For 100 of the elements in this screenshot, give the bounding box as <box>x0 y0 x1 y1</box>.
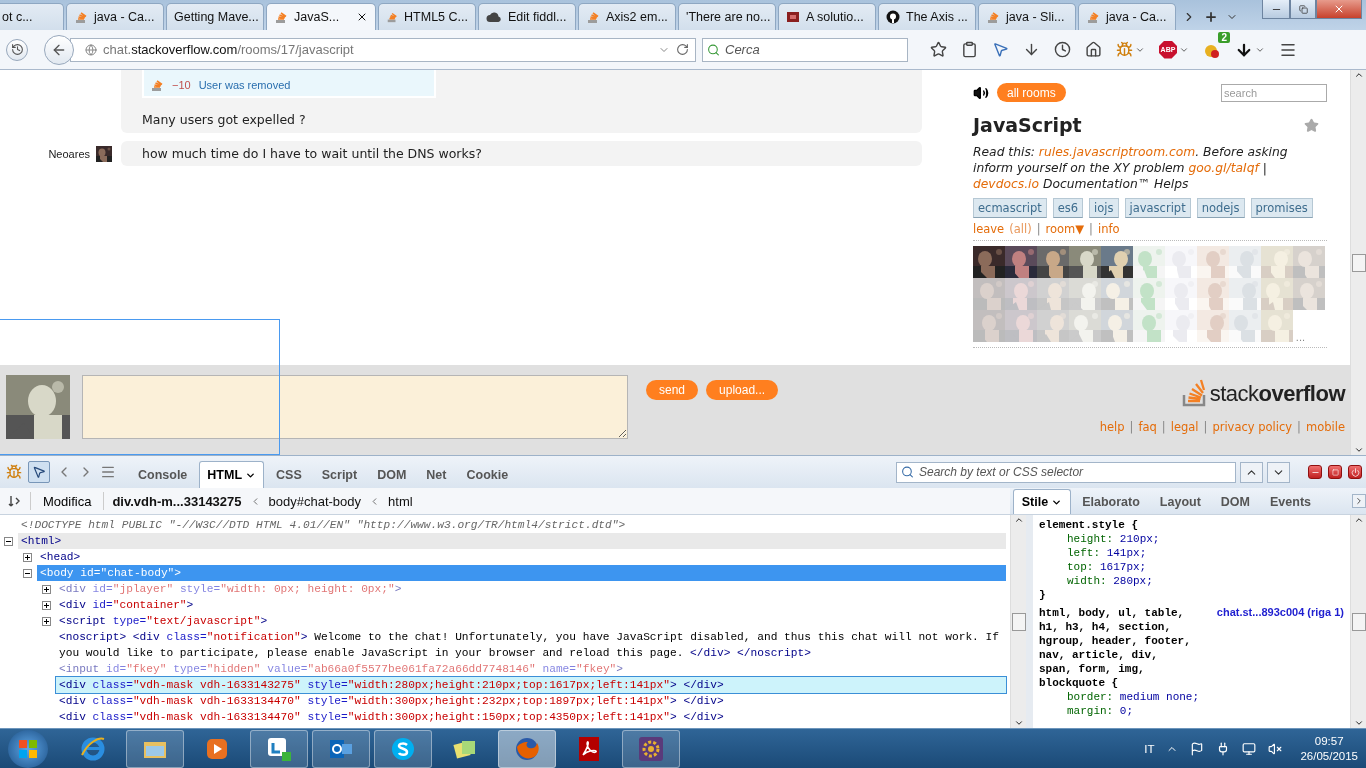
expand-icon[interactable] <box>23 552 32 562</box>
browser-tab[interactable]: 'There are no... <box>678 3 776 30</box>
source-link[interactable]: chat.st...893c004 (riga 1) <box>1216 606 1344 690</box>
reload-icon[interactable] <box>676 43 689 56</box>
inspect-button[interactable] <box>28 460 50 483</box>
clock-button[interactable] <box>1052 39 1073 60</box>
minimize-button[interactable] <box>1308 465 1322 479</box>
devtools-tab[interactable]: CSS <box>268 461 310 488</box>
history-button[interactable] <box>6 38 28 61</box>
code-line[interactable]: <div id="container"> <box>56 597 1006 613</box>
css-property[interactable]: top: 1617px; <box>1039 560 1350 574</box>
tag[interactable]: iojs <box>1089 198 1119 218</box>
browser-tab[interactable]: java - Ca... <box>66 3 164 30</box>
code-line[interactable]: <!DOCTYPE html PUBLIC "-//W3C//DTD HTML 4.01//EN" "http://www.w3.org/TR/html4/strict.dtd"> <box>18 517 1006 533</box>
detach-button[interactable] <box>1328 465 1342 479</box>
restore-button[interactable] <box>1290 0 1316 19</box>
scrollbar[interactable] <box>1350 70 1366 455</box>
web-search-field[interactable]: Cerca <box>702 37 908 62</box>
devtools-tab[interactable]: Net <box>418 461 455 488</box>
taskbar-app-button[interactable] <box>498 729 556 768</box>
code-toggle-icon[interactable] <box>8 494 22 508</box>
breadcrumb[interactable]: body#chat-body <box>268 493 362 509</box>
code-line[interactable]: <div id="jplayer" style="width: 0px; height: 0px;"> <box>56 581 1006 597</box>
star-icon[interactable] <box>1304 117 1319 133</box>
scrollbar[interactable] <box>1010 515 1026 728</box>
taskbar-app-button[interactable] <box>622 729 680 768</box>
collapse-icon[interactable] <box>4 536 13 546</box>
scroll-thumb[interactable] <box>1011 612 1026 631</box>
back-button[interactable] <box>44 34 74 65</box>
browser-tab[interactable]: Getting Mave... <box>166 3 264 30</box>
css-property[interactable]: border: medium none; <box>1039 690 1350 704</box>
expand-icon[interactable] <box>42 616 51 626</box>
tag[interactable]: ecmascript <box>973 198 1047 218</box>
taskbar-app-button[interactable] <box>250 729 308 768</box>
browser-tab[interactable]: HTML5 C... <box>378 3 476 30</box>
scroll-thumb[interactable] <box>1351 612 1366 631</box>
browser-tab[interactable]: Edit fiddl... <box>478 3 576 30</box>
devtools-tab[interactable]: Console <box>130 461 196 488</box>
css-property[interactable]: height: 210px; <box>1039 532 1350 546</box>
breadcrumb[interactable]: div.vdh-m...33143275 <box>112 493 242 509</box>
browser-tab[interactable]: A solutio... <box>778 3 876 30</box>
tag[interactable]: nodejs <box>1196 198 1245 218</box>
taskbar-app-button[interactable] <box>312 729 370 768</box>
side-panel-tab[interactable]: DOM <box>1211 489 1259 514</box>
clock[interactable]: 09:57 26/05/2015 <box>1300 733 1358 764</box>
tag[interactable]: promises <box>1250 198 1313 218</box>
minimize-button[interactable] <box>1262 0 1290 19</box>
css-property[interactable]: left: 141px; <box>1039 546 1350 560</box>
browser-tab[interactable]: The Axis ... <box>878 3 976 30</box>
devtools-search-field[interactable]: Search by text or CSS selector <box>896 461 1236 483</box>
devtools-tab[interactable]: HTML <box>199 461 265 488</box>
address-field[interactable]: chat.stackoverflow.com/rooms/17/javascript <box>70 37 696 62</box>
browser-tab[interactable]: ot c... <box>0 3 64 30</box>
next-button[interactable] <box>1267 461 1290 483</box>
logo-wordmark[interactable]: stackoverflow <box>1209 381 1345 407</box>
taskbar-app-button[interactable] <box>374 729 432 768</box>
close-icon[interactable] <box>356 11 368 23</box>
more-tabs-button[interactable] <box>1352 494 1366 508</box>
expand-icon[interactable] <box>42 584 51 594</box>
devtools-tab[interactable]: Script <box>313 461 366 488</box>
speaker-icon[interactable] <box>973 84 989 101</box>
start-button[interactable] <box>8 729 48 768</box>
css-property[interactable]: width: 280px; <box>1039 574 1350 588</box>
side-panel-tab[interactable]: Elaborato <box>1073 489 1149 514</box>
side-panel-tab[interactable]: Layout <box>1150 489 1210 514</box>
bookmark-star-button[interactable] <box>928 39 949 60</box>
browser-tab[interactable]: java - Ca... <box>1078 3 1176 30</box>
collapse-icon[interactable] <box>23 568 32 578</box>
taskbar-app-button[interactable] <box>126 729 184 768</box>
code-line[interactable]: <head> <box>37 549 1006 565</box>
scroll-thumb[interactable] <box>1351 253 1366 272</box>
devtools-tab[interactable]: Cookie <box>458 461 517 488</box>
network-icon[interactable] <box>1242 741 1257 756</box>
browser-tab[interactable]: java - Sli... <box>978 3 1076 30</box>
language-indicator[interactable]: IT <box>1144 742 1155 755</box>
home-button[interactable] <box>1083 39 1104 60</box>
scrollbar[interactable] <box>1350 515 1366 728</box>
side-panel-tab[interactable]: Stile <box>1012 489 1072 514</box>
message-input[interactable] <box>82 375 628 439</box>
tag[interactable]: javascript <box>1124 198 1191 218</box>
tag[interactable]: es6 <box>1052 198 1084 218</box>
breadcrumb[interactable]: html <box>388 493 413 509</box>
code-line[interactable]: <div class="vdh-mask vdh-1633134470" style="width:300px;height:232px;top:1897px;left:141px"> </div> <box>56 693 1006 709</box>
firebug-icon[interactable] <box>6 463 22 480</box>
room-search-field[interactable]: search <box>1221 83 1327 102</box>
close-button[interactable] <box>1348 465 1362 479</box>
more-members[interactable]: ... <box>1295 333 1305 341</box>
previous-button[interactable] <box>1240 461 1263 483</box>
code-line[interactable]: <noscript> <div class="notification"> Welcome to the chat! Unfortunately, you have JavaScript disabled, and thus this chat will not work. If you would like to participate, please enable JavaScript in your browser and reload this page. </div> </noscript> <box>56 629 1006 661</box>
user-name[interactable]: Neoares <box>48 147 90 160</box>
browser-tab[interactable]: JavaS... <box>266 3 376 30</box>
code-line[interactable]: <script type="text/javascript"> <box>56 613 1006 629</box>
css-property[interactable]: margin: 0; <box>1039 704 1350 718</box>
expand-icon[interactable] <box>42 600 51 610</box>
devtools-tab[interactable]: DOM <box>369 461 415 488</box>
flag-icon[interactable] <box>1190 741 1205 756</box>
browser-tab[interactable]: Axis2 em... <box>578 3 676 30</box>
side-panel-tab[interactable]: Events <box>1261 489 1320 514</box>
edit-button[interactable]: Modifica <box>39 493 96 509</box>
code-line[interactable]: <input id="fkey" type="hidden" value="ab66a0f5577be061fa72a66dd7748146" name="fkey"> <box>56 661 1006 677</box>
